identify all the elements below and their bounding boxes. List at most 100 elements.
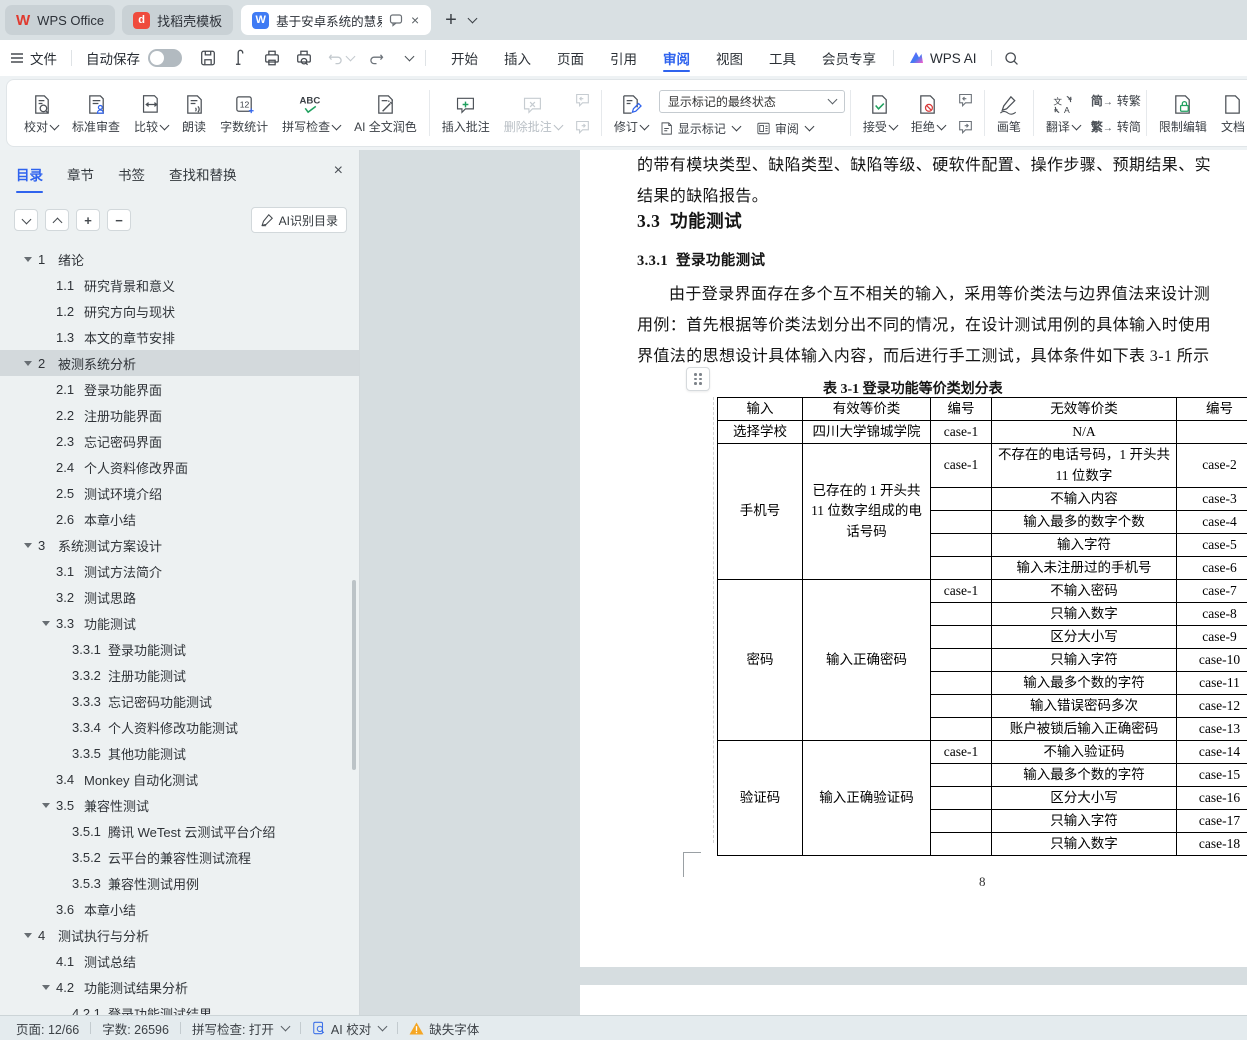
toc-item[interactable]: 2.4 个人资料修改界面 [0,454,359,480]
document-canvas[interactable]: 的带有模块类型、缺陷类型、缺陷等级、硬软件配置、操作步骤、预期结果、实 结果的缺… [360,150,1247,1015]
menu-tab-home[interactable]: 开始 [438,40,491,76]
toc-item[interactable]: 2.6 本章小结 [0,506,359,532]
file-menu-button[interactable]: 文件 [0,40,67,76]
toc-expand-arrow-icon[interactable] [42,802,56,808]
redo-button[interactable] [361,43,392,73]
review-pane-button[interactable]: 审阅 [756,120,815,137]
print-preview-button[interactable] [288,43,320,73]
toc-expand-arrow-icon[interactable] [24,256,38,262]
previous-comment-icon[interactable] [574,92,591,107]
toc-item[interactable]: 1.1 研究背景和意义 [0,272,359,298]
toc-item[interactable]: 3.3.2 注册功能测试 [0,662,359,688]
toc-item[interactable]: 3.5.3 兼容性测试用例 [0,870,359,896]
sidebar-tab-find-replace[interactable]: 查找和替换 [169,164,237,193]
to-traditional-button[interactable]: 简→ 转繁 [1091,92,1141,109]
quick-access-chevron-icon[interactable] [404,51,415,61]
ai-proofread-indicator[interactable]: AI 校对 [312,1019,388,1038]
table-move-handle[interactable] [686,367,710,391]
sidebar-tab-bookmarks[interactable]: 书签 [118,164,145,193]
page-indicator[interactable]: 页面: 12/66 [16,1019,79,1038]
accept-revision-button[interactable]: 接受 [856,88,904,138]
insert-comment-button[interactable]: 插入批注 [435,88,497,138]
sidebar-tab-chapters[interactable]: 章节 [67,164,94,193]
menu-tab-tools[interactable]: 工具 [756,40,809,76]
print-button[interactable] [256,43,288,73]
spellcheck-indicator[interactable]: 拼写检查: 打开 [192,1019,291,1038]
tab-wps-office[interactable]: W WPS Office [5,5,116,35]
search-icon[interactable] [996,43,1027,73]
menu-tab-insert[interactable]: 插入 [491,40,544,76]
toc-item[interactable]: 3 系统测试方案设计 [0,532,359,558]
toc-item[interactable]: 3.3.5 其他功能测试 [0,740,359,766]
toc-item[interactable]: 1.2 研究方向与现状 [0,298,359,324]
toc-item[interactable]: 3.5.2 云平台的兼容性测试流程 [0,844,359,870]
wps-ai-button[interactable]: WPS AI [898,40,987,76]
autosave-toggle[interactable] [148,49,182,67]
toc-expand-arrow-icon[interactable] [42,984,56,990]
word-count-indicator[interactable]: 字数: 26596 [102,1019,169,1038]
toc-item[interactable]: 2.2 注册功能界面 [0,402,359,428]
tab-list-chevron-icon[interactable] [467,13,478,23]
tab-docer-templates[interactable]: d 找稻壳模板 [122,5,234,35]
ai-recognize-toc-button[interactable]: AI识别目录 [250,207,347,233]
to-simplified-button[interactable]: 繁→ 转简 [1091,118,1141,135]
next-revision-icon[interactable] [957,119,974,134]
toc-item[interactable]: 4.1 测试总结 [0,948,359,974]
export-pdf-button[interactable] [224,43,256,73]
toc-item[interactable]: 3.2 测试思路 [0,584,359,610]
undo-button[interactable] [320,43,361,73]
toc-item[interactable]: 3.1 测试方法简介 [0,558,359,584]
menu-tab-review[interactable]: 审阅 [650,40,703,76]
marks-display-dropdown[interactable]: 显示标记的最终状态 [658,89,845,113]
toc-expand-arrow-icon[interactable] [24,932,38,938]
toc-item[interactable]: 3.3 功能测试 [0,610,359,636]
word-count-button[interactable]: 12 字数统计 [213,88,275,138]
toc-item[interactable]: 2.1 登录功能界面 [0,376,359,402]
toc-expand-arrow-icon[interactable] [24,360,38,366]
next-comment-icon[interactable] [574,119,591,134]
toc-item[interactable]: 4.2 功能测试结果分析 [0,974,359,1000]
menu-tab-reference[interactable]: 引用 [597,40,650,76]
autosave-control[interactable]: 自动保存 [76,40,192,76]
spell-check-button[interactable]: ABC 拼写检查 [275,88,347,138]
ai-polish-button[interactable]: AI 全文润色 [347,88,424,138]
sidebar-tab-contents[interactable]: 目录 [16,164,43,193]
tab-comment-icon[interactable] [389,13,403,27]
compare-button[interactable]: 比较 [127,88,175,138]
toc-item[interactable]: 2.3 忘记密码界面 [0,428,359,454]
equivalence-table[interactable]: 输入 有效等价类 编号 无效等价类 编号 选择学校 四川大学锦城学院 case-1 N/A 手机… [717,397,1247,856]
toc-item[interactable]: 3.6 本章小结 [0,896,359,922]
collapse-all-button[interactable] [14,209,38,231]
reject-revision-button[interactable]: 拒绝 [904,88,952,138]
zoom-out-outline-button[interactable]: − [107,209,131,231]
read-aloud-button[interactable]: 朗读 [175,88,213,138]
document-page-12[interactable]: 的带有模块类型、缺陷类型、缺陷等级、硬软件配置、操作步骤、预期结果、实 结果的缺… [580,150,1247,967]
document-page-13[interactable] [580,985,1247,1015]
toc-item[interactable]: 2 被测系统分析 [0,350,359,376]
restrict-editing-button[interactable]: 限制编辑 [1152,88,1214,138]
toc-item[interactable]: 3.5.1 腾讯 WeTest 云测试平台介绍 [0,818,359,844]
toc-expand-arrow-icon[interactable] [42,620,56,626]
toc-item[interactable]: 3.3.3 忘记密码功能测试 [0,688,359,714]
missing-font-warning[interactable]: 缺失字体 [409,1019,479,1038]
toc-item[interactable]: 4 测试执行与分析 [0,922,359,948]
delete-comment-button[interactable]: 删除批注 [497,88,569,138]
menu-tab-page[interactable]: 页面 [544,40,597,76]
menu-tab-view[interactable]: 视图 [703,40,756,76]
toc-item[interactable]: 3.5 兼容性测试 [0,792,359,818]
standard-review-button[interactable]: 标准审查 [65,88,127,138]
zoom-in-outline-button[interactable]: + [76,209,100,231]
save-button[interactable] [192,43,224,73]
sidebar-scrollbar[interactable] [352,580,356,770]
sidebar-close-icon[interactable]: × [334,162,343,180]
translate-button[interactable]: 文A 翻译 [1039,88,1087,138]
track-changes-button[interactable]: 修订 [607,88,655,138]
tab-close-icon[interactable]: × [410,13,420,27]
tab-document[interactable]: W 基于安卓系统的慧易联app的 × [241,5,432,35]
toc-item[interactable]: 3.4 Monkey 自动化测试 [0,766,359,792]
show-marks-button[interactable]: 显示标记 [659,120,742,137]
expand-all-button[interactable] [45,209,69,231]
ink-brush-button[interactable]: 画笔 [990,88,1028,138]
new-tab-button[interactable]: + [445,10,457,30]
toc-item[interactable]: 3.3.1 登录功能测试 [0,636,359,662]
